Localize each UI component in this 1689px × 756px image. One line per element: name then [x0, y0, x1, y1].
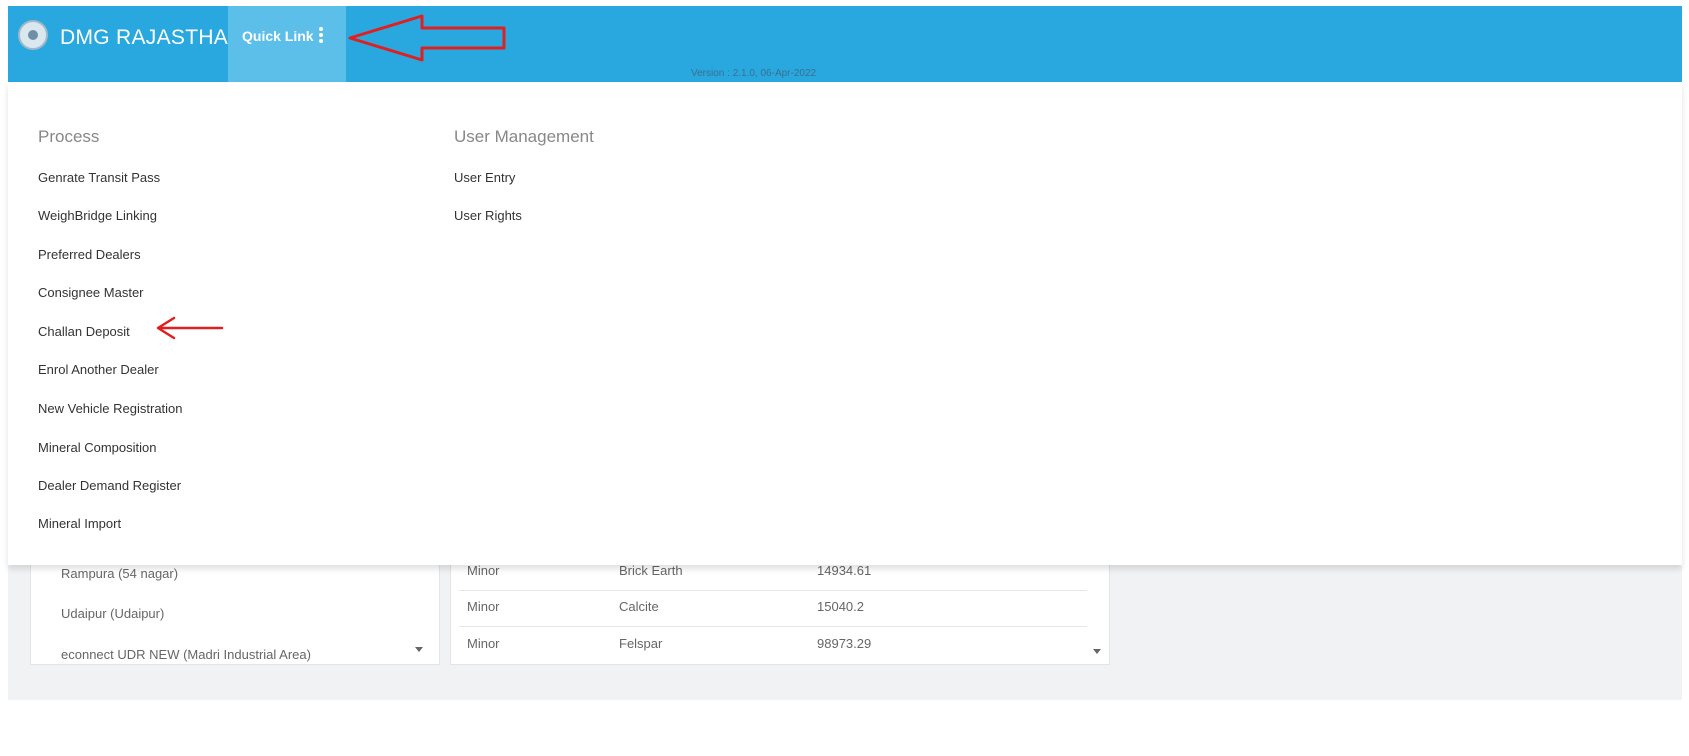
menu-item-preferred-dealers[interactable]: Preferred Dealers [38, 247, 141, 262]
menu-item-genrate-transit-pass[interactable]: Genrate Transit Pass [38, 170, 160, 185]
table-cell-mineral: Brick Earth [619, 563, 683, 578]
quick-link-label: Quick Link [242, 28, 314, 44]
table-cell-type: Minor [467, 636, 500, 651]
list-item[interactable]: Rampura (54 nagar) [61, 566, 178, 581]
table-cell-qty: 98973.29 [817, 636, 872, 651]
quick-link-dropdown: Process Genrate Transit Pass WeighBridge… [8, 82, 1682, 565]
brand-title[interactable]: DMG RAJASTHAN [60, 26, 244, 50]
menu-item-user-entry[interactable]: User Entry [454, 170, 515, 185]
table-cell-qty: 15040.2 [817, 599, 864, 614]
menu-item-dealer-demand-register[interactable]: Dealer Demand Register [38, 478, 181, 493]
table-row: Minor Calcite 15040.2 [459, 591, 1087, 627]
menu-item-consignee-master[interactable]: Consignee Master [38, 285, 144, 300]
menu-item-weighbridge-linking[interactable]: WeighBridge Linking [38, 208, 157, 223]
user-management-heading: User Management [454, 127, 594, 146]
location-list: Rampura (54 nagar) Udaipur (Udaipur) eco… [30, 560, 440, 665]
table-cell-type: Minor [467, 599, 500, 614]
process-heading: Process [38, 127, 100, 146]
version-label: Version : 2.1.0, 06-Apr-2022 [691, 68, 817, 79]
menu-item-mineral-composition[interactable]: Mineral Composition [38, 440, 157, 455]
scroll-down-icon[interactable] [415, 647, 423, 652]
vertical-dots-icon [318, 26, 324, 46]
menu-item-mineral-import[interactable]: Mineral Import [38, 516, 121, 531]
emblem-logo-icon[interactable] [18, 20, 48, 50]
table-cell-type: Minor [467, 563, 500, 578]
menu-item-new-vehicle-registration[interactable]: New Vehicle Registration [38, 401, 183, 416]
mineral-table: Minor Brick Earth 14934.61 Minor Calcite… [450, 560, 1110, 665]
table-row: Minor Felspar 98973.29 [459, 628, 1087, 664]
menu-item-challan-deposit[interactable]: Challan Deposit [38, 324, 130, 339]
table-cell-mineral: Felspar [619, 636, 663, 651]
top-navbar: DMG RAJASTHAN Quick Link Version : 2.1.0… [8, 6, 1682, 82]
scroll-down-icon[interactable] [1093, 649, 1101, 654]
table-cell-mineral: Calcite [619, 599, 659, 614]
list-item[interactable]: Udaipur (Udaipur) [61, 606, 164, 621]
quick-link-menu[interactable]: Quick Link [228, 6, 346, 82]
menu-item-enrol-another-dealer[interactable]: Enrol Another Dealer [38, 362, 159, 377]
menu-item-user-rights[interactable]: User Rights [454, 208, 522, 223]
list-item[interactable]: econnect UDR NEW (Madri Industrial Area) [61, 647, 311, 662]
table-cell-qty: 14934.61 [817, 563, 872, 578]
